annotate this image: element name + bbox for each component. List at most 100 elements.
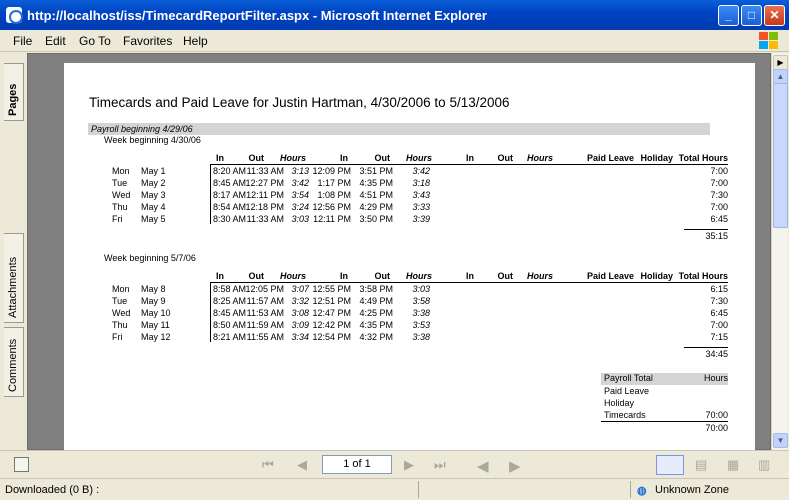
continuous-facing-view-button[interactable]: ▥ <box>758 457 770 473</box>
expand-arrow-icon[interactable]: ▶ <box>773 55 788 70</box>
column-header: Out <box>374 153 391 163</box>
column-header: Paid Leave <box>586 153 634 163</box>
time-cell: 11:53 AM <box>246 308 284 318</box>
time-cell: 3:43 <box>412 190 430 200</box>
date-cell: May 12 <box>141 332 171 342</box>
time-cell: 8:58 AM <box>212 284 246 294</box>
tab-pages[interactable]: Pages <box>4 63 24 121</box>
time-cell: 7:00 <box>710 178 728 188</box>
week-label: Week beginning 4/30/06 <box>104 135 201 145</box>
day-cell: Thu <box>112 202 128 212</box>
time-cell: 3:08 <box>291 308 309 318</box>
single-page-view-button[interactable] <box>656 455 684 475</box>
first-page-button[interactable]: ⏮ <box>262 457 274 473</box>
date-cell: May 10 <box>141 308 171 318</box>
report-page: Timecards and Paid Leave for Justin Hart… <box>64 63 755 453</box>
column-header: Total Hours <box>678 153 728 163</box>
time-cell: 12:47 PM <box>312 308 351 318</box>
time-cell: 8:50 AM <box>212 320 246 330</box>
day-cell: Thu <box>112 320 128 330</box>
day-cell: Wed <box>112 190 131 200</box>
menu-edit[interactable]: Edit <box>45 34 66 48</box>
last-page-button[interactable]: ⏭ <box>434 457 446 473</box>
scroll-up-button[interactable]: ▲ <box>773 69 788 84</box>
menu-help[interactable]: Help <box>183 34 208 48</box>
column-header: In <box>216 153 224 163</box>
summary-rule <box>601 421 728 422</box>
week-total: 34:45 <box>705 349 728 359</box>
column-header: Hours <box>405 271 432 281</box>
time-cell: 8:45 AM <box>212 308 246 318</box>
column-header: Holiday <box>640 271 673 281</box>
tab-attachments[interactable]: Attachments <box>4 233 24 323</box>
previous-page-button[interactable]: ◀ <box>297 457 307 473</box>
column-header: Out <box>497 271 514 281</box>
page-indicator[interactable]: 1 of 1 <box>322 455 392 474</box>
tab-comments[interactable]: Comments <box>4 327 24 397</box>
time-cell: 3:58 PM <box>359 284 393 294</box>
menu-goto[interactable]: Go To <box>79 34 111 48</box>
time-cell: 12:56 PM <box>312 202 351 212</box>
time-cell: 12:51 PM <box>312 296 351 306</box>
close-button[interactable]: ✕ <box>764 5 785 26</box>
date-cell: May 2 <box>141 178 166 188</box>
row-divider <box>210 282 211 342</box>
day-cell: Wed <box>112 308 131 318</box>
time-cell: 3:09 <box>291 320 309 330</box>
forward-view-button[interactable]: ▶ <box>509 457 521 475</box>
column-header: Total Hours <box>678 271 728 281</box>
time-cell: 11:57 AM <box>246 296 284 306</box>
time-cell: 7:00 <box>710 202 728 212</box>
time-cell: 12:09 PM <box>312 166 351 176</box>
navigation-bar: ⏮ ◀ 1 of 1 ▶ ⏭ ◀ ▶ ▤ ▦ ▥ <box>0 450 789 478</box>
next-page-button[interactable]: ▶ <box>404 457 414 473</box>
column-header: In <box>340 271 348 281</box>
time-cell: 3:07 <box>291 284 309 294</box>
day-cell: Mon <box>112 284 130 294</box>
menu-file[interactable]: File <box>13 34 32 48</box>
continuous-view-button[interactable]: ▤ <box>695 457 707 473</box>
time-cell: 3:39 <box>412 214 430 224</box>
time-cell: 3:42 <box>412 166 430 176</box>
time-cell: 12:42 PM <box>312 320 351 330</box>
time-cell: 4:35 PM <box>359 178 393 188</box>
column-header: Holiday <box>640 153 673 163</box>
column-header: Paid Leave <box>586 271 634 281</box>
report-title: Timecards and Paid Leave for Justin Hart… <box>89 95 510 110</box>
facing-view-button[interactable]: ▦ <box>727 457 739 473</box>
date-cell: May 4 <box>141 202 166 212</box>
scroll-down-button[interactable]: ▼ <box>773 433 788 448</box>
maximize-button[interactable]: □ <box>741 5 762 26</box>
back-view-button[interactable]: ◀ <box>477 457 489 475</box>
time-cell: 12:05 PM <box>245 284 284 294</box>
document-viewer[interactable]: Timecards and Paid Leave for Justin Hart… <box>27 53 771 453</box>
column-header: In <box>216 271 224 281</box>
toggle-panel-icon[interactable] <box>14 457 29 472</box>
time-cell: 3:51 PM <box>359 166 393 176</box>
time-cell: 3:58 <box>412 296 430 306</box>
time-cell: 3:32 <box>291 296 309 306</box>
status-bar: Downloaded (0 B) : ◍ Unknown Zone <box>0 478 789 500</box>
time-cell: 12:55 PM <box>312 284 351 294</box>
side-tab-panel: Pages Attachments Comments <box>4 53 24 448</box>
time-cell: 3:38 <box>412 332 430 342</box>
time-cell: 1:08 PM <box>317 190 351 200</box>
date-cell: May 11 <box>141 320 170 330</box>
row-divider <box>210 164 211 224</box>
menu-favorites[interactable]: Favorites <box>123 34 172 48</box>
status-divider <box>630 481 631 498</box>
vertical-scrollbar[interactable]: ▶ ▲ ▼ <box>771 53 788 450</box>
minimize-button[interactable]: _ <box>718 5 739 26</box>
time-cell: 11:33 AM <box>246 214 284 224</box>
scroll-thumb[interactable] <box>773 83 788 228</box>
week-total: 35:15 <box>705 231 728 241</box>
day-cell: Fri <box>112 332 123 342</box>
date-cell: May 8 <box>141 284 166 294</box>
time-cell: 6:45 <box>710 308 728 318</box>
day-cell: Fri <box>112 214 123 224</box>
time-cell: 4:49 PM <box>359 296 393 306</box>
column-header: Hours <box>526 271 553 281</box>
time-cell: 3:42 <box>291 178 309 188</box>
column-header: In <box>466 271 474 281</box>
column-header: In <box>340 153 348 163</box>
